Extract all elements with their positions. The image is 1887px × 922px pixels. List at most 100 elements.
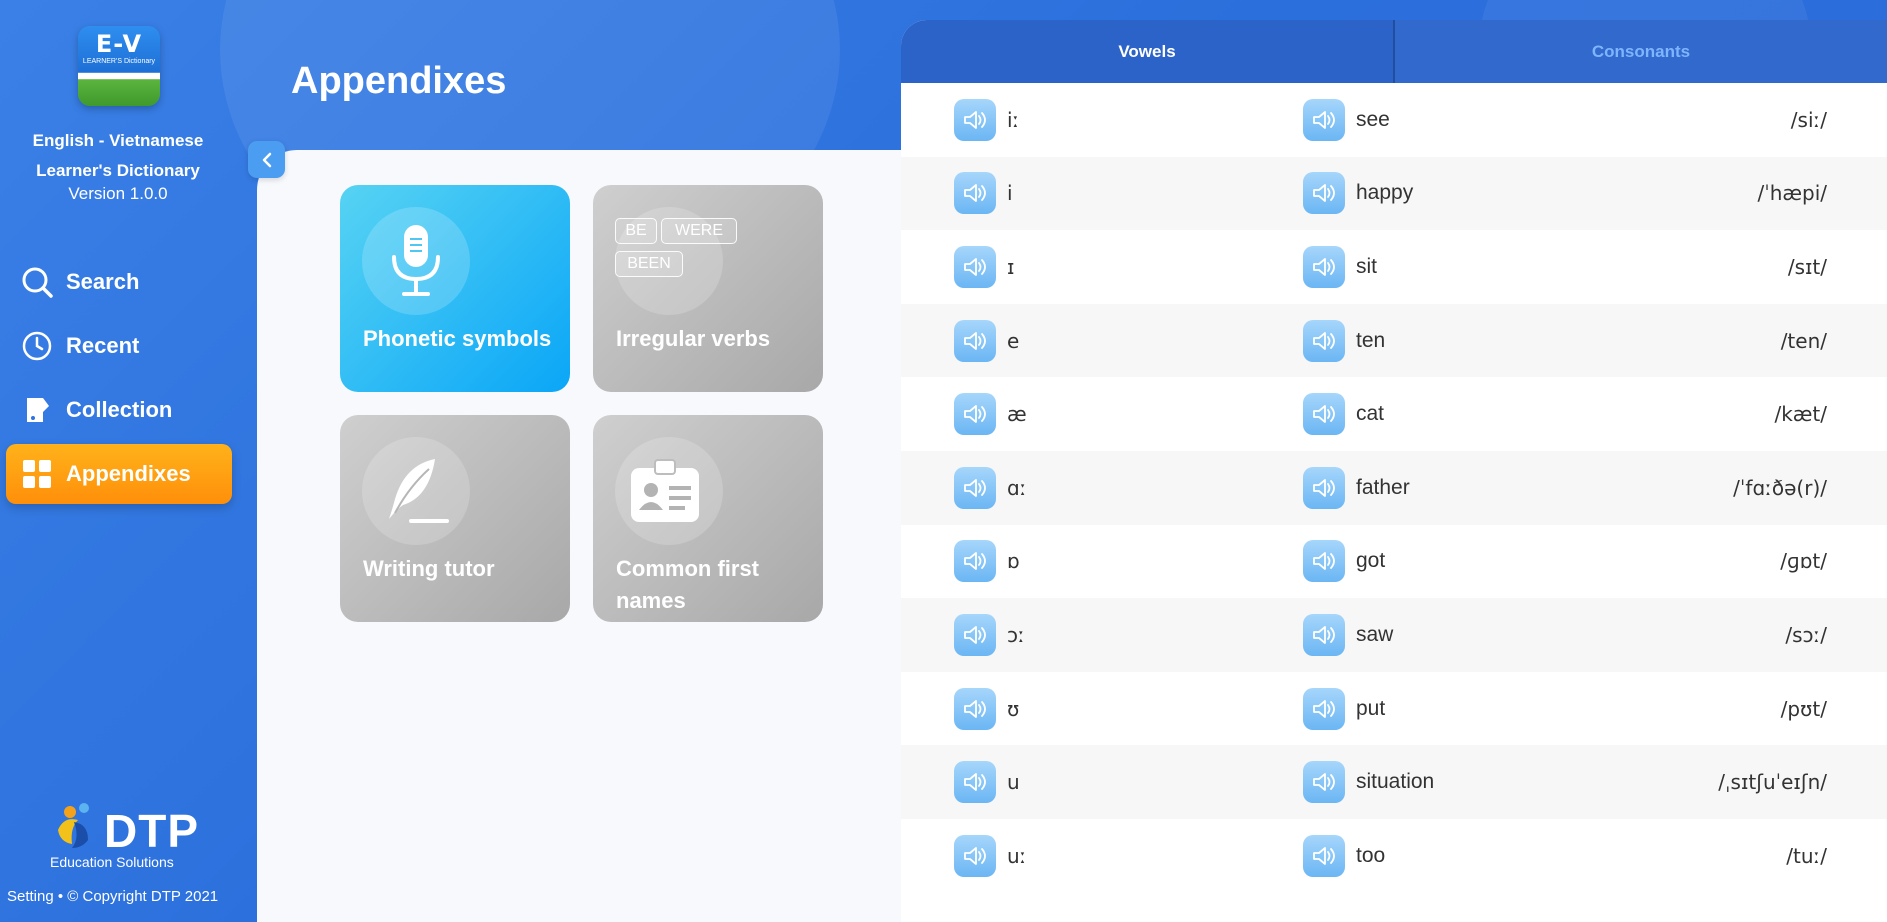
sidebar-item-search[interactable]: Search <box>6 252 232 312</box>
vowel-symbol: uː <box>1007 843 1027 868</box>
speaker-icon <box>1312 698 1336 720</box>
example-word: too <box>1356 843 1386 867</box>
id-card-icon <box>615 437 723 545</box>
collapse-sidebar-button[interactable] <box>248 141 285 178</box>
play-symbol-button[interactable] <box>954 172 996 215</box>
speaker-icon <box>1312 256 1336 278</box>
play-word-button[interactable] <box>1303 98 1345 141</box>
quill-icon <box>362 437 470 545</box>
speaker-icon <box>1312 182 1336 204</box>
play-word-button[interactable] <box>1303 687 1345 730</box>
verb-tag: BEEN <box>615 251 683 277</box>
example-transcription: /ˈfɑːðə(r)/ <box>1733 475 1827 500</box>
sidebar-item-label: Collection <box>66 397 173 422</box>
vowel-symbol: ɔː <box>1007 622 1025 647</box>
play-symbol-button[interactable] <box>954 319 996 362</box>
example-word: got <box>1356 549 1386 573</box>
speaker-icon <box>963 698 987 720</box>
sidebar-nav: Search Recent Collection Appendixes <box>6 252 232 508</box>
speaker-icon <box>963 403 987 425</box>
vowel-row: ɑː father/ˈfɑːðə(r)/ <box>901 450 1887 525</box>
play-word-button[interactable] <box>1303 172 1345 215</box>
example-transcription: /ten/ <box>1780 328 1827 353</box>
sidebar-item-collection[interactable]: Collection <box>6 380 232 440</box>
card-label: Irregular verbs <box>616 326 771 351</box>
play-word-button[interactable] <box>1303 466 1345 509</box>
example-transcription: /ˈhæpi/ <box>1757 181 1827 206</box>
vowel-row: iː see/siː/ <box>901 83 1887 157</box>
speaker-icon <box>963 256 987 278</box>
card-writing-tutor[interactable]: Writing tutor <box>340 415 570 622</box>
play-symbol-button[interactable] <box>954 540 996 583</box>
card-phonetic-symbols[interactable]: Phonetic symbols <box>340 185 570 392</box>
speaker-icon <box>1312 477 1336 499</box>
sidebar-item-recent[interactable]: Recent <box>6 316 232 376</box>
vowel-symbol: ɑː <box>1007 475 1027 500</box>
clock-icon <box>20 329 54 363</box>
play-word-button[interactable] <box>1303 245 1345 288</box>
tab-bar: Vowels Consonants <box>901 20 1887 83</box>
bookmark-icon <box>20 393 54 427</box>
example-word: cat <box>1356 402 1385 426</box>
example-transcription: /kæt/ <box>1774 402 1827 427</box>
verb-tag: WERE <box>661 218 737 244</box>
vowel-symbol: iː <box>1007 107 1020 132</box>
tab-vowels[interactable]: Vowels <box>901 20 1393 83</box>
card-label: Common first names <box>616 556 759 613</box>
vowel-row: u situation/ˌsɪtʃuˈeɪʃn/ <box>901 745 1887 819</box>
example-transcription: /pʊt/ <box>1780 696 1827 721</box>
example-word: saw <box>1356 622 1394 646</box>
example-word: situation <box>1356 770 1435 794</box>
sidebar-item-label: Recent <box>66 333 140 358</box>
play-word-button[interactable] <box>1303 834 1345 877</box>
sidebar: E-V LEARNER'S Dictionary English - Vietn… <box>0 0 236 922</box>
play-symbol-button[interactable] <box>954 687 996 730</box>
app-version: Version 1.0.0 <box>68 184 168 203</box>
example-transcription: /siː/ <box>1790 107 1827 132</box>
play-word-button[interactable] <box>1303 393 1345 436</box>
vowel-row: e ten/ten/ <box>901 303 1887 378</box>
grid-icon <box>20 457 54 491</box>
dtp-wordmark: DTP <box>104 805 199 857</box>
vowel-symbol: i <box>1007 181 1013 206</box>
play-symbol-button[interactable] <box>954 834 996 877</box>
play-word-button[interactable] <box>1303 540 1345 583</box>
card-irregular-verbs[interactable]: BE WERE BEEN Irregular verbs <box>593 185 823 392</box>
example-word: put <box>1356 696 1386 720</box>
example-transcription: /tuː/ <box>1786 843 1827 868</box>
speaker-icon <box>963 550 987 572</box>
tab-consonants[interactable]: Consonants <box>1393 20 1887 83</box>
example-transcription: /ˌsɪtʃuˈeɪʃn/ <box>1718 770 1827 795</box>
logo-text: E-V <box>95 30 143 58</box>
play-symbol-button[interactable] <box>954 245 996 288</box>
phonetic-symbols-panel: Vowels Consonants iː see/siː/i happy/ˈhæpi… <box>901 20 1887 922</box>
speaker-icon <box>963 624 987 646</box>
vowel-symbol: e <box>1007 328 1020 353</box>
play-word-button[interactable] <box>1303 613 1345 656</box>
play-symbol-button[interactable] <box>954 466 996 509</box>
footer-settings-copyright[interactable]: Setting • © Copyright DTP 2021 <box>7 888 218 905</box>
card-label: Writing tutor <box>363 556 495 581</box>
speaker-icon <box>1312 109 1336 131</box>
vowel-row: ɪ sit/sɪt/ <box>901 230 1887 304</box>
play-symbol-button[interactable] <box>954 393 996 436</box>
vowel-row: ʊ put/pʊt/ <box>901 672 1887 746</box>
speaker-icon <box>1312 403 1336 425</box>
card-common-first-names[interactable]: Common first names <box>593 415 823 622</box>
page-title: Appendixes <box>291 60 507 102</box>
play-symbol-button[interactable] <box>954 761 996 804</box>
example-word: happy <box>1356 181 1414 205</box>
speaker-icon <box>963 477 987 499</box>
vowel-symbol: ɒ <box>1007 549 1020 574</box>
vowel-row: ɒ got/ɡɒt/ <box>901 525 1887 599</box>
play-word-button[interactable] <box>1303 761 1345 804</box>
dtp-emblem-icon <box>58 803 89 848</box>
vowel-symbol: ɪ <box>1007 254 1015 279</box>
play-symbol-button[interactable] <box>954 98 996 141</box>
play-word-button[interactable] <box>1303 319 1345 362</box>
play-symbol-button[interactable] <box>954 613 996 656</box>
sidebar-item-appendixes[interactable]: Appendixes <box>6 444 232 504</box>
vowel-row: ɔː saw/sɔː/ <box>901 598 1887 672</box>
vowel-symbol: æ <box>1007 402 1027 427</box>
speaker-icon <box>1312 624 1336 646</box>
